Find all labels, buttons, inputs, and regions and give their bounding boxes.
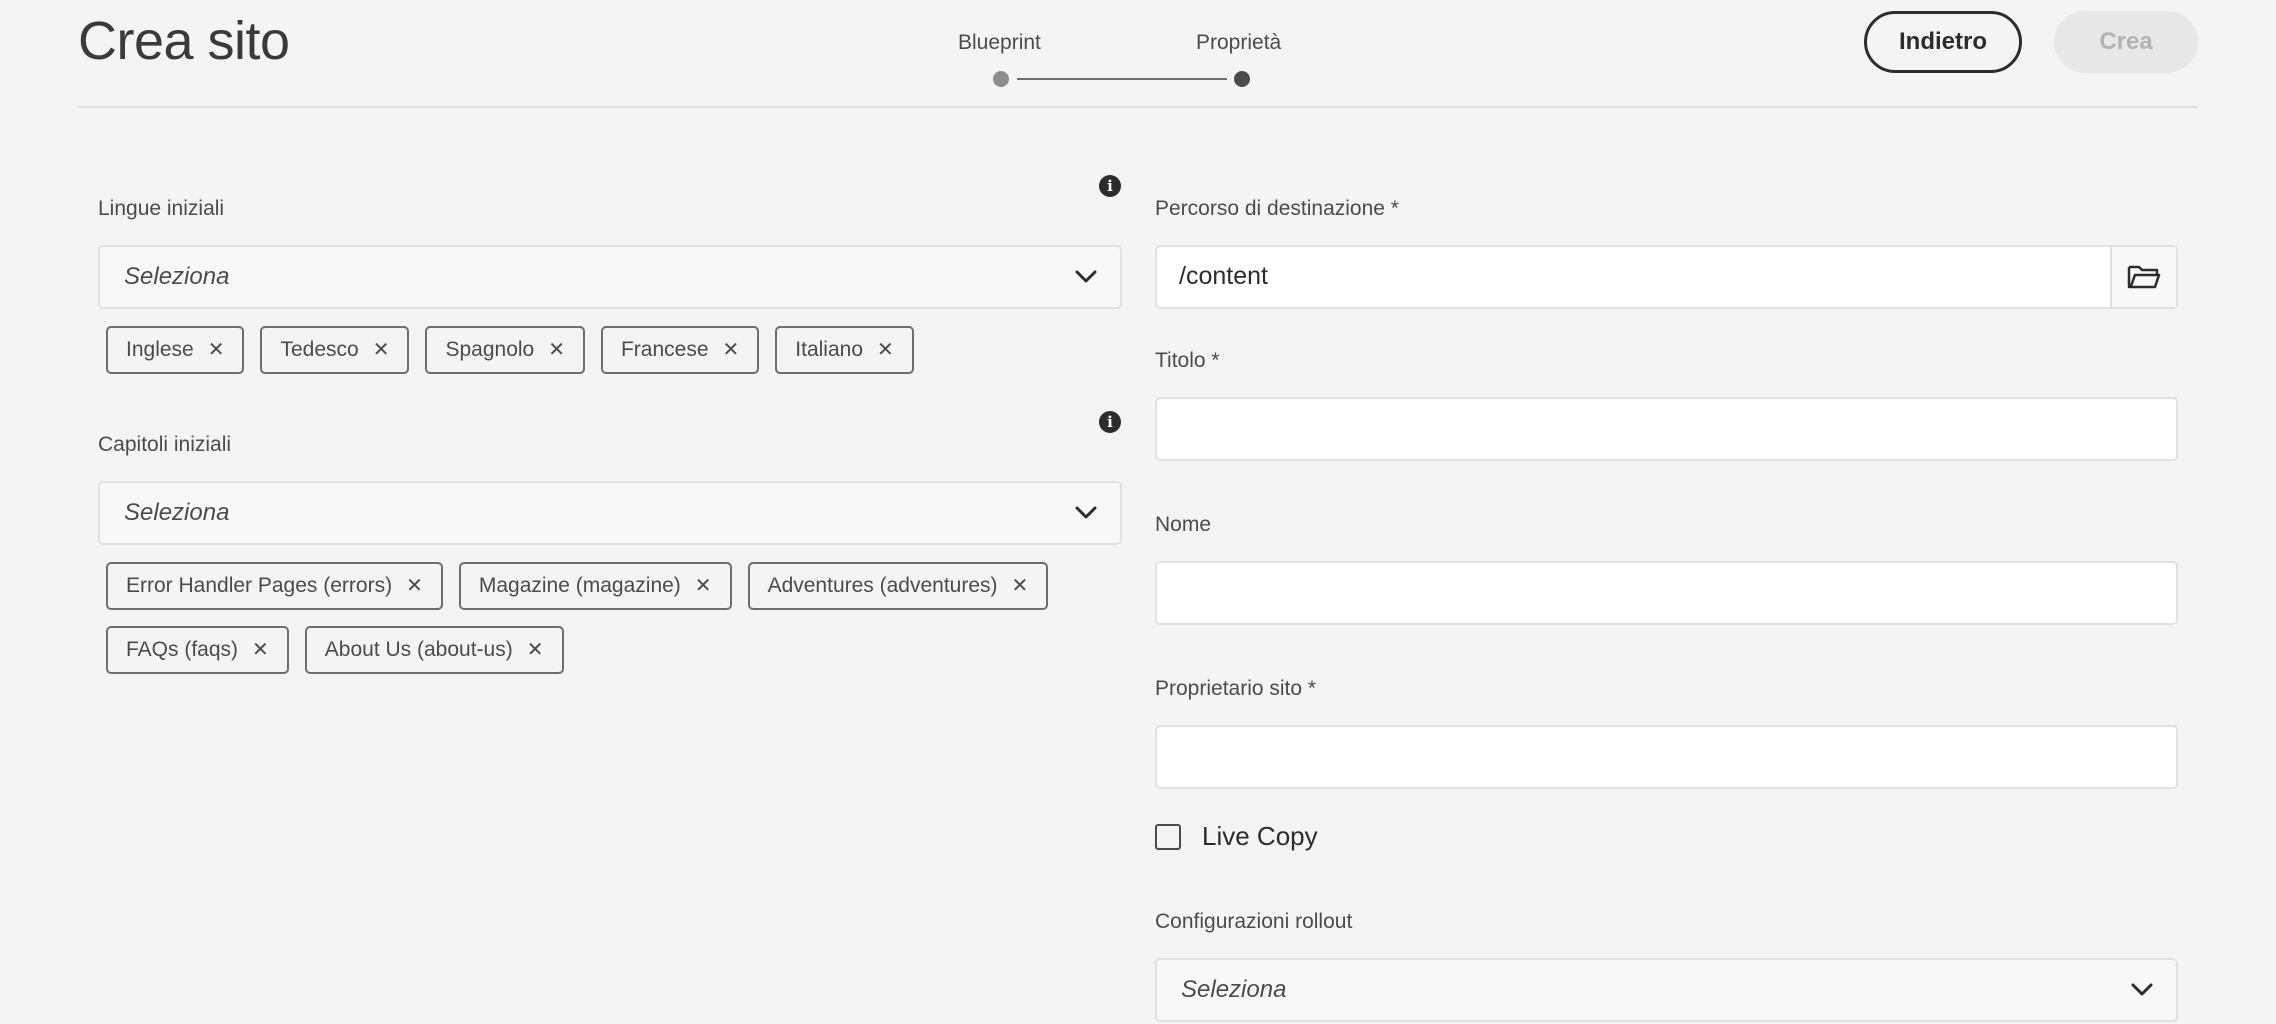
destination-path-label: Percorso di destinazione * [1155,197,1399,220]
create-site-page: Crea sito Blueprint Proprietà Indietro C… [0,0,2276,1024]
step-dot-blueprint [993,71,1009,87]
tag-language: Tedesco ✕ [260,326,410,374]
tag-label: Francese [620,338,709,361]
tag-chapter: Error Handler Pages (errors) ✕ [106,562,443,610]
languages-select[interactable]: Seleziona [98,245,1122,309]
rollout-select-placeholder: Seleziona [1181,976,1287,1003]
close-icon[interactable]: ✕ [1012,576,1029,596]
tag-chapter: Adventures (adventures) ✕ [747,562,1049,610]
back-button[interactable]: Indietro [1864,11,2022,73]
tag-label: Tedesco [280,338,359,361]
name-label: Nome [1155,513,1212,536]
header-divider [78,106,2198,108]
destination-path-value: /content [1179,262,1268,290]
rollout-configs-select[interactable]: Seleziona [1155,958,2178,1022]
close-icon[interactable]: ✕ [406,576,423,596]
create-button[interactable]: Crea [2054,11,2198,73]
chapters-select[interactable]: Seleziona [98,481,1122,545]
close-icon[interactable]: ✕ [252,640,269,660]
tag-chapter: About Us (about-us) ✕ [304,626,564,674]
name-field[interactable] [1155,561,2178,625]
info-icon[interactable]: i [1099,175,1121,197]
tag-label: Italiano [795,338,864,361]
close-icon[interactable]: ✕ [208,340,225,360]
tag-label: Spagnolo [445,338,535,361]
title-label: Titolo * [1155,349,1220,372]
title-field[interactable] [1155,397,2178,461]
close-icon[interactable]: ✕ [548,340,565,360]
folder-icon [2127,265,2161,289]
tag-chapter: FAQs (faqs) ✕ [106,626,289,674]
tag-label: FAQs (faqs) [126,638,239,661]
live-copy-checkbox[interactable] [1155,824,1181,850]
close-icon[interactable]: ✕ [527,640,544,660]
tag-language: Spagnolo ✕ [425,326,585,374]
site-owner-label: Proprietario sito * [1155,677,1317,700]
wizard-stepper: Blueprint Proprietà [940,26,1320,96]
browse-path-button[interactable] [2110,247,2176,307]
languages-tag-list: Inglese ✕ Tedesco ✕ Spagnolo ✕ Francese … [106,326,1116,374]
step-dot-properties [1234,71,1250,87]
step-connector [1017,78,1227,80]
tag-language: Francese ✕ [600,326,760,374]
destination-path-field[interactable]: /content [1155,245,2178,309]
tag-label: Adventures (adventures) [767,574,998,597]
tag-label: About Us (about-us) [324,638,513,661]
live-copy-label[interactable]: Live Copy [1202,821,1318,852]
step-label-blueprint: Blueprint [958,31,1041,54]
languages-select-placeholder: Seleziona [124,263,230,290]
close-icon[interactable]: ✕ [723,340,740,360]
rollout-configs-label: Configurazioni rollout [1155,910,1353,933]
tag-language: Inglese ✕ [106,326,245,374]
info-icon[interactable]: i [1099,411,1121,433]
chevron-down-icon [1075,506,1097,519]
languages-label: Lingue iniziali [98,197,225,220]
site-owner-field[interactable] [1155,725,2178,789]
page-title: Crea sito [78,11,290,71]
chevron-down-icon [2131,983,2153,996]
tag-label: Magazine (magazine) [478,574,681,597]
chapters-select-placeholder: Seleziona [124,499,230,526]
chapters-label: Capitoli iniziali [98,433,232,456]
chapters-tag-list: Error Handler Pages (errors) ✕ Magazine … [106,562,1116,674]
chevron-down-icon [1075,270,1097,283]
tag-label: Inglese [126,338,194,361]
tag-language: Italiano ✕ [775,326,914,374]
close-icon[interactable]: ✕ [695,576,712,596]
step-label-properties: Proprietà [1196,31,1282,54]
tag-label: Error Handler Pages (errors) [126,574,393,597]
close-icon[interactable]: ✕ [877,340,894,360]
tag-chapter: Magazine (magazine) ✕ [458,562,732,610]
close-icon[interactable]: ✕ [373,340,390,360]
